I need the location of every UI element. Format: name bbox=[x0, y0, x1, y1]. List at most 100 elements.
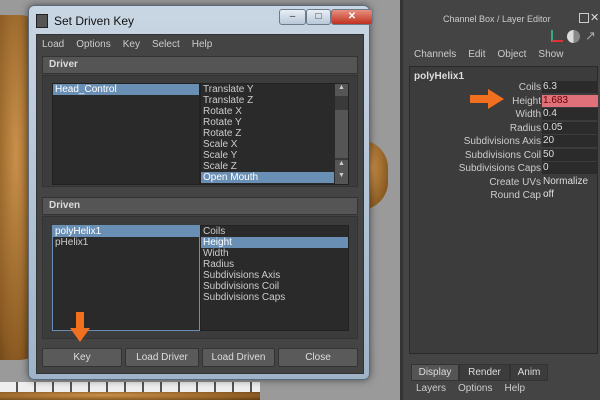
driven-object-item[interactable]: polyHelix1 bbox=[53, 226, 199, 237]
driven-header: Driven bbox=[42, 197, 358, 215]
channel-row[interactable]: Height 1.683 bbox=[410, 94, 598, 108]
menu-show[interactable]: Show bbox=[538, 49, 563, 60]
channel-label: Round Cap bbox=[490, 190, 541, 201]
load-driven-button[interactable]: Load Driven bbox=[202, 348, 275, 367]
viewport-jaw bbox=[0, 392, 260, 400]
channel-label: Subdivisions Coil bbox=[464, 149, 541, 161]
channel-row[interactable]: Radius 0.05 bbox=[410, 121, 598, 135]
maximize-button[interactable]: □ bbox=[306, 9, 331, 25]
channel-value[interactable]: 50 bbox=[542, 148, 598, 161]
driver-attribute-item[interactable]: Open Mouth bbox=[201, 172, 334, 183]
driven-object-list[interactable]: polyHelix1 pHelix1 bbox=[52, 225, 200, 331]
channel-value[interactable]: 6.3 bbox=[542, 81, 598, 93]
driven-attribute-item[interactable]: Subdivisions Coil bbox=[201, 281, 348, 292]
channel-row[interactable]: Round Cap off bbox=[410, 189, 598, 202]
driver-attribute-item[interactable]: Translate Y bbox=[201, 84, 334, 95]
channel-label: Subdivisions Axis bbox=[463, 136, 541, 147]
orange-arrow-right-icon bbox=[470, 95, 488, 103]
channel-value[interactable]: 1.683 bbox=[542, 94, 598, 107]
driver-frame: Head_Control Translate Y Translate Z Rotat… bbox=[42, 75, 358, 187]
driver-attribute-item[interactable]: Rotate Z bbox=[201, 128, 334, 139]
channel-row[interactable]: Width 0.4 bbox=[410, 108, 598, 121]
manipulator-icon[interactable]: ↗ bbox=[585, 28, 596, 44]
driver-scrollbar[interactable]: ▲ ▲ ▼ bbox=[335, 84, 348, 184]
channel-row[interactable]: Subdivisions Axis 20 bbox=[410, 135, 598, 148]
tab-anim[interactable]: Anim bbox=[510, 364, 548, 381]
channel-label: Subdivisions Caps bbox=[458, 163, 541, 174]
close-button[interactable]: Close bbox=[278, 348, 358, 367]
orange-arrow-down-icon bbox=[76, 312, 84, 328]
float-panel-icon[interactable] bbox=[579, 13, 589, 23]
dialog-app-icon bbox=[36, 14, 48, 28]
layer-menubar: Layers Options Help bbox=[416, 383, 537, 394]
channel-label: Radius bbox=[509, 122, 541, 134]
driver-attribute-item[interactable]: Translate Z bbox=[201, 95, 334, 106]
menu-layer-options[interactable]: Options bbox=[458, 383, 492, 394]
orange-arrow-down-head bbox=[70, 328, 90, 342]
menu-object[interactable]: Object bbox=[498, 49, 527, 60]
channel-value[interactable]: 0.05 bbox=[542, 121, 598, 134]
channel-box-menubar: Channels Edit Object Show bbox=[414, 49, 575, 60]
dialog-menubar: Load Options Key Select Help bbox=[42, 39, 224, 50]
driven-attribute-item[interactable]: Subdivisions Caps bbox=[201, 292, 348, 303]
viewport-teeth bbox=[0, 382, 260, 392]
driven-attribute-item[interactable]: Subdivisions Axis bbox=[201, 270, 348, 281]
channel-row[interactable]: Coils 6.3 bbox=[410, 81, 598, 94]
channel-label: Coils bbox=[518, 82, 541, 93]
orange-arrow-right-head bbox=[488, 89, 504, 109]
channel-value[interactable]: Normalize ... bbox=[542, 176, 598, 199]
menu-layer-help[interactable]: Help bbox=[504, 383, 525, 394]
channel-box-title: Channel Box / Layer Editor bbox=[443, 14, 551, 24]
channel-row[interactable]: Subdivisions Coil 50 bbox=[410, 148, 598, 162]
dialog-body: Load Options Key Select Help Driver Head_Con… bbox=[36, 34, 364, 374]
driven-attribute-item[interactable]: Width bbox=[201, 248, 348, 259]
driver-attribute-item[interactable]: Rotate Y bbox=[201, 117, 334, 128]
channel-value[interactable]: 0 bbox=[542, 162, 598, 174]
driver-header: Driver bbox=[42, 56, 358, 74]
shading-icon[interactable] bbox=[567, 30, 580, 43]
minimize-button[interactable]: – bbox=[279, 9, 306, 25]
driver-attribute-list[interactable]: Translate Y Translate Z Rotate X Rotate Y Ro… bbox=[200, 83, 349, 185]
scroll-up-icon[interactable]: ▲ bbox=[335, 84, 348, 96]
driver-attribute-item[interactable]: Rotate X bbox=[201, 106, 334, 117]
scroll-down-icon[interactable]: ▼ bbox=[335, 172, 348, 184]
channel-value[interactable]: 0.4 bbox=[542, 108, 598, 120]
close-panel-icon[interactable]: ✕ bbox=[590, 11, 599, 24]
key-button[interactable]: Key bbox=[42, 348, 122, 367]
menu-layers[interactable]: Layers bbox=[416, 383, 446, 394]
menu-options[interactable]: Options bbox=[76, 39, 110, 50]
menu-load[interactable]: Load bbox=[42, 39, 64, 50]
driver-attribute-item[interactable]: Scale Z bbox=[201, 161, 334, 172]
channel-label: Width bbox=[515, 109, 541, 120]
channel-label: Height bbox=[512, 95, 541, 107]
driver-object-item[interactable]: Head_Control bbox=[53, 84, 199, 95]
tab-render[interactable]: Render bbox=[459, 364, 510, 381]
menu-select[interactable]: Select bbox=[152, 39, 180, 50]
driven-attribute-item[interactable]: Height bbox=[201, 237, 348, 248]
axis-icon[interactable] bbox=[551, 30, 563, 42]
menu-edit[interactable]: Edit bbox=[468, 49, 485, 60]
driver-object-list[interactable]: Head_Control bbox=[52, 83, 200, 185]
menu-key[interactable]: Key bbox=[123, 39, 140, 50]
scroll-thumb[interactable] bbox=[335, 110, 348, 158]
channel-value[interactable]: 20 bbox=[542, 135, 598, 147]
driven-object-item[interactable]: pHelix1 bbox=[53, 237, 199, 248]
driven-frame: polyHelix1 pHelix1 Coils Height Width Radius… bbox=[42, 216, 358, 339]
menu-channels[interactable]: Channels bbox=[414, 49, 456, 60]
channel-row[interactable]: Subdivisions Caps 0 bbox=[410, 162, 598, 175]
menu-help[interactable]: Help bbox=[192, 39, 213, 50]
channel-box-panel: Channel Box / Layer Editor ✕ ↗ Channels E… bbox=[400, 0, 600, 400]
dialog-title: Set Driven Key bbox=[54, 14, 135, 28]
driven-attribute-item[interactable]: Radius bbox=[201, 259, 348, 270]
driven-attribute-item[interactable]: Coils bbox=[201, 226, 348, 237]
channel-row[interactable]: Create UVs Normalize ... bbox=[410, 176, 598, 199]
driven-attribute-list[interactable]: Coils Height Width Radius Subdivisions Axis S… bbox=[200, 225, 349, 331]
close-window-button[interactable]: ✕ bbox=[331, 9, 373, 25]
channel-label: Create UVs bbox=[489, 176, 541, 188]
channel-value[interactable]: off bbox=[542, 189, 598, 201]
load-driver-button[interactable]: Load Driver bbox=[125, 348, 199, 367]
driver-attribute-item[interactable]: Scale X bbox=[201, 139, 334, 150]
driver-attribute-item[interactable]: Scale Y bbox=[201, 150, 334, 161]
tab-display[interactable]: Display bbox=[411, 364, 459, 381]
scroll-up-icon[interactable]: ▲ bbox=[335, 160, 348, 172]
